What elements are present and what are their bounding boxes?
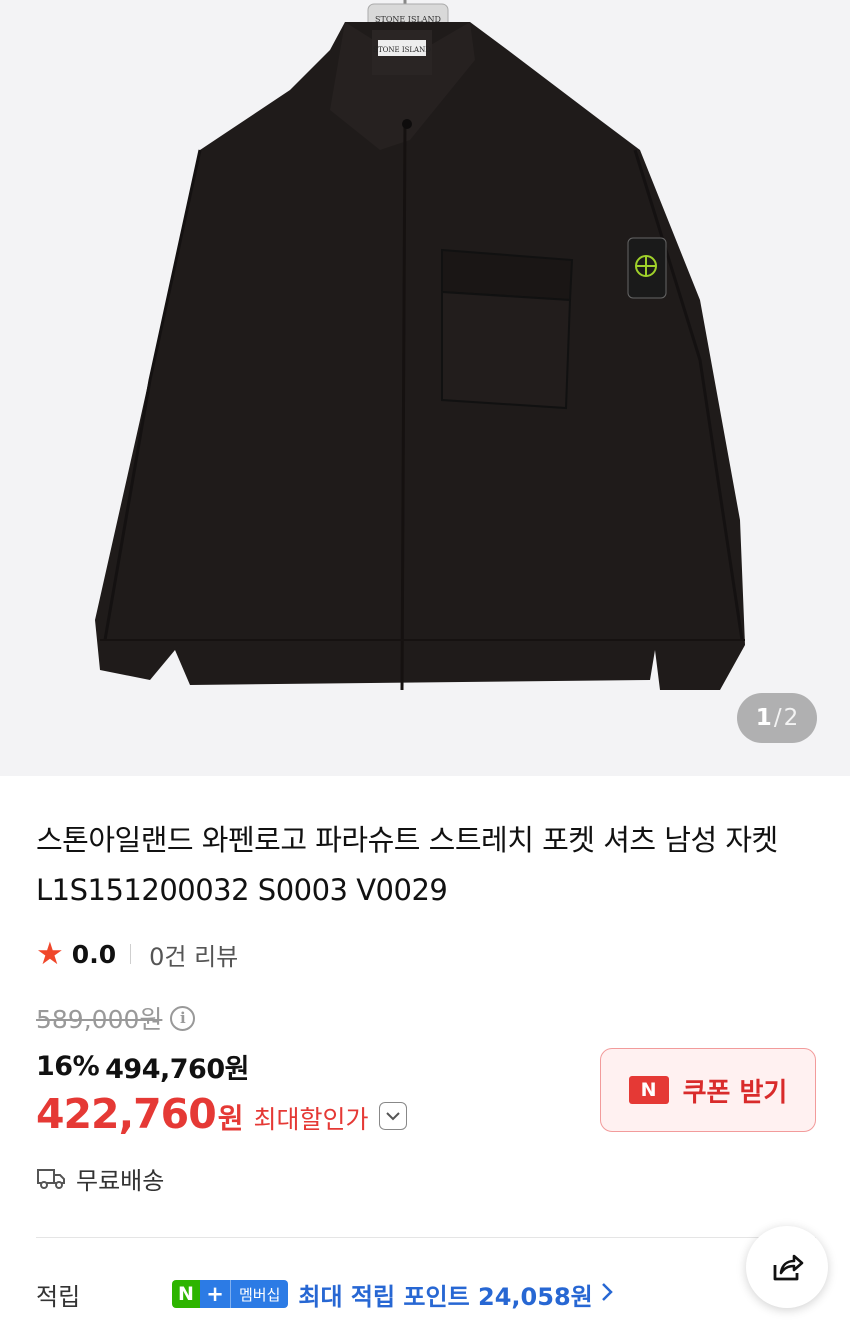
points-row[interactable]: 적립 N + 멤버십 최대 적립 포인트 24,058원 (36, 1273, 613, 1315)
image-counter: 1 / 2 (737, 693, 817, 743)
naver-n-letter: N (172, 1280, 200, 1308)
info-icon[interactable]: i (170, 1005, 196, 1031)
shipping-label: 무료배송 (76, 1166, 165, 1195)
image-counter-current: 1 (755, 705, 772, 731)
share-button[interactable] (746, 1226, 828, 1308)
sale-price: 494,760원 (105, 1053, 249, 1085)
product-image: STONE ISLAND STONE ISLAND (95, 0, 745, 691)
share-icon (773, 1254, 804, 1281)
max-discount-price: 422,760 (36, 1090, 217, 1138)
star-icon: ★ (36, 935, 64, 972)
max-discount-currency: 원 (217, 1102, 244, 1135)
delivery-truck-icon (37, 1169, 65, 1189)
collar-label-text: STONE ISLAND (373, 46, 431, 54)
section-divider (36, 1237, 816, 1238)
rating-divider (130, 944, 132, 964)
image-counter-total: 2 (783, 705, 799, 731)
max-points-text[interactable]: 최대 적립 포인트 24,058원 (298, 1277, 592, 1312)
plus-icon: + (200, 1280, 230, 1308)
naver-plus-membership-badge: N + 멤버십 (172, 1280, 289, 1308)
chevron-down-icon[interactable] (378, 1102, 407, 1130)
image-counter-separator: / (773, 705, 782, 731)
rating-row[interactable]: ★ 0.0 0건 리뷰 (36, 935, 238, 973)
shipping-row: 무료배송 (36, 1160, 164, 1196)
max-discount-row[interactable]: 422,760 원 최대할인가 (36, 1090, 407, 1142)
review-count[interactable]: 0건 리뷰 (149, 937, 238, 972)
max-discount-label: 최대할인가 (253, 1105, 369, 1134)
original-price: 589,000원 (36, 1005, 163, 1034)
discount-percent: 16% (36, 1050, 100, 1082)
points-label: 적립 (36, 1282, 81, 1311)
product-title: 스톤아일랜드 와펜로고 파라슈트 스트레치 포켓 셔츠 남성 자켓 L1S151… (36, 823, 778, 907)
coupon-button[interactable]: N 쿠폰 받기 (600, 1048, 816, 1132)
naver-n-icon: N (628, 1076, 669, 1104)
product-image-gallery[interactable]: STONE ISLAND STONE ISLAND 1 / 2 (0, 0, 850, 776)
chevron-right-icon[interactable] (601, 1279, 613, 1309)
original-price-row: 589,000원 i (36, 1000, 196, 1036)
rating-score: 0.0 (71, 939, 117, 969)
sale-price-row: 16% 494,760원 (36, 1046, 249, 1086)
membership-label: 멤버십 (230, 1280, 289, 1308)
coupon-button-label: 쿠폰 받기 (682, 1077, 788, 1108)
